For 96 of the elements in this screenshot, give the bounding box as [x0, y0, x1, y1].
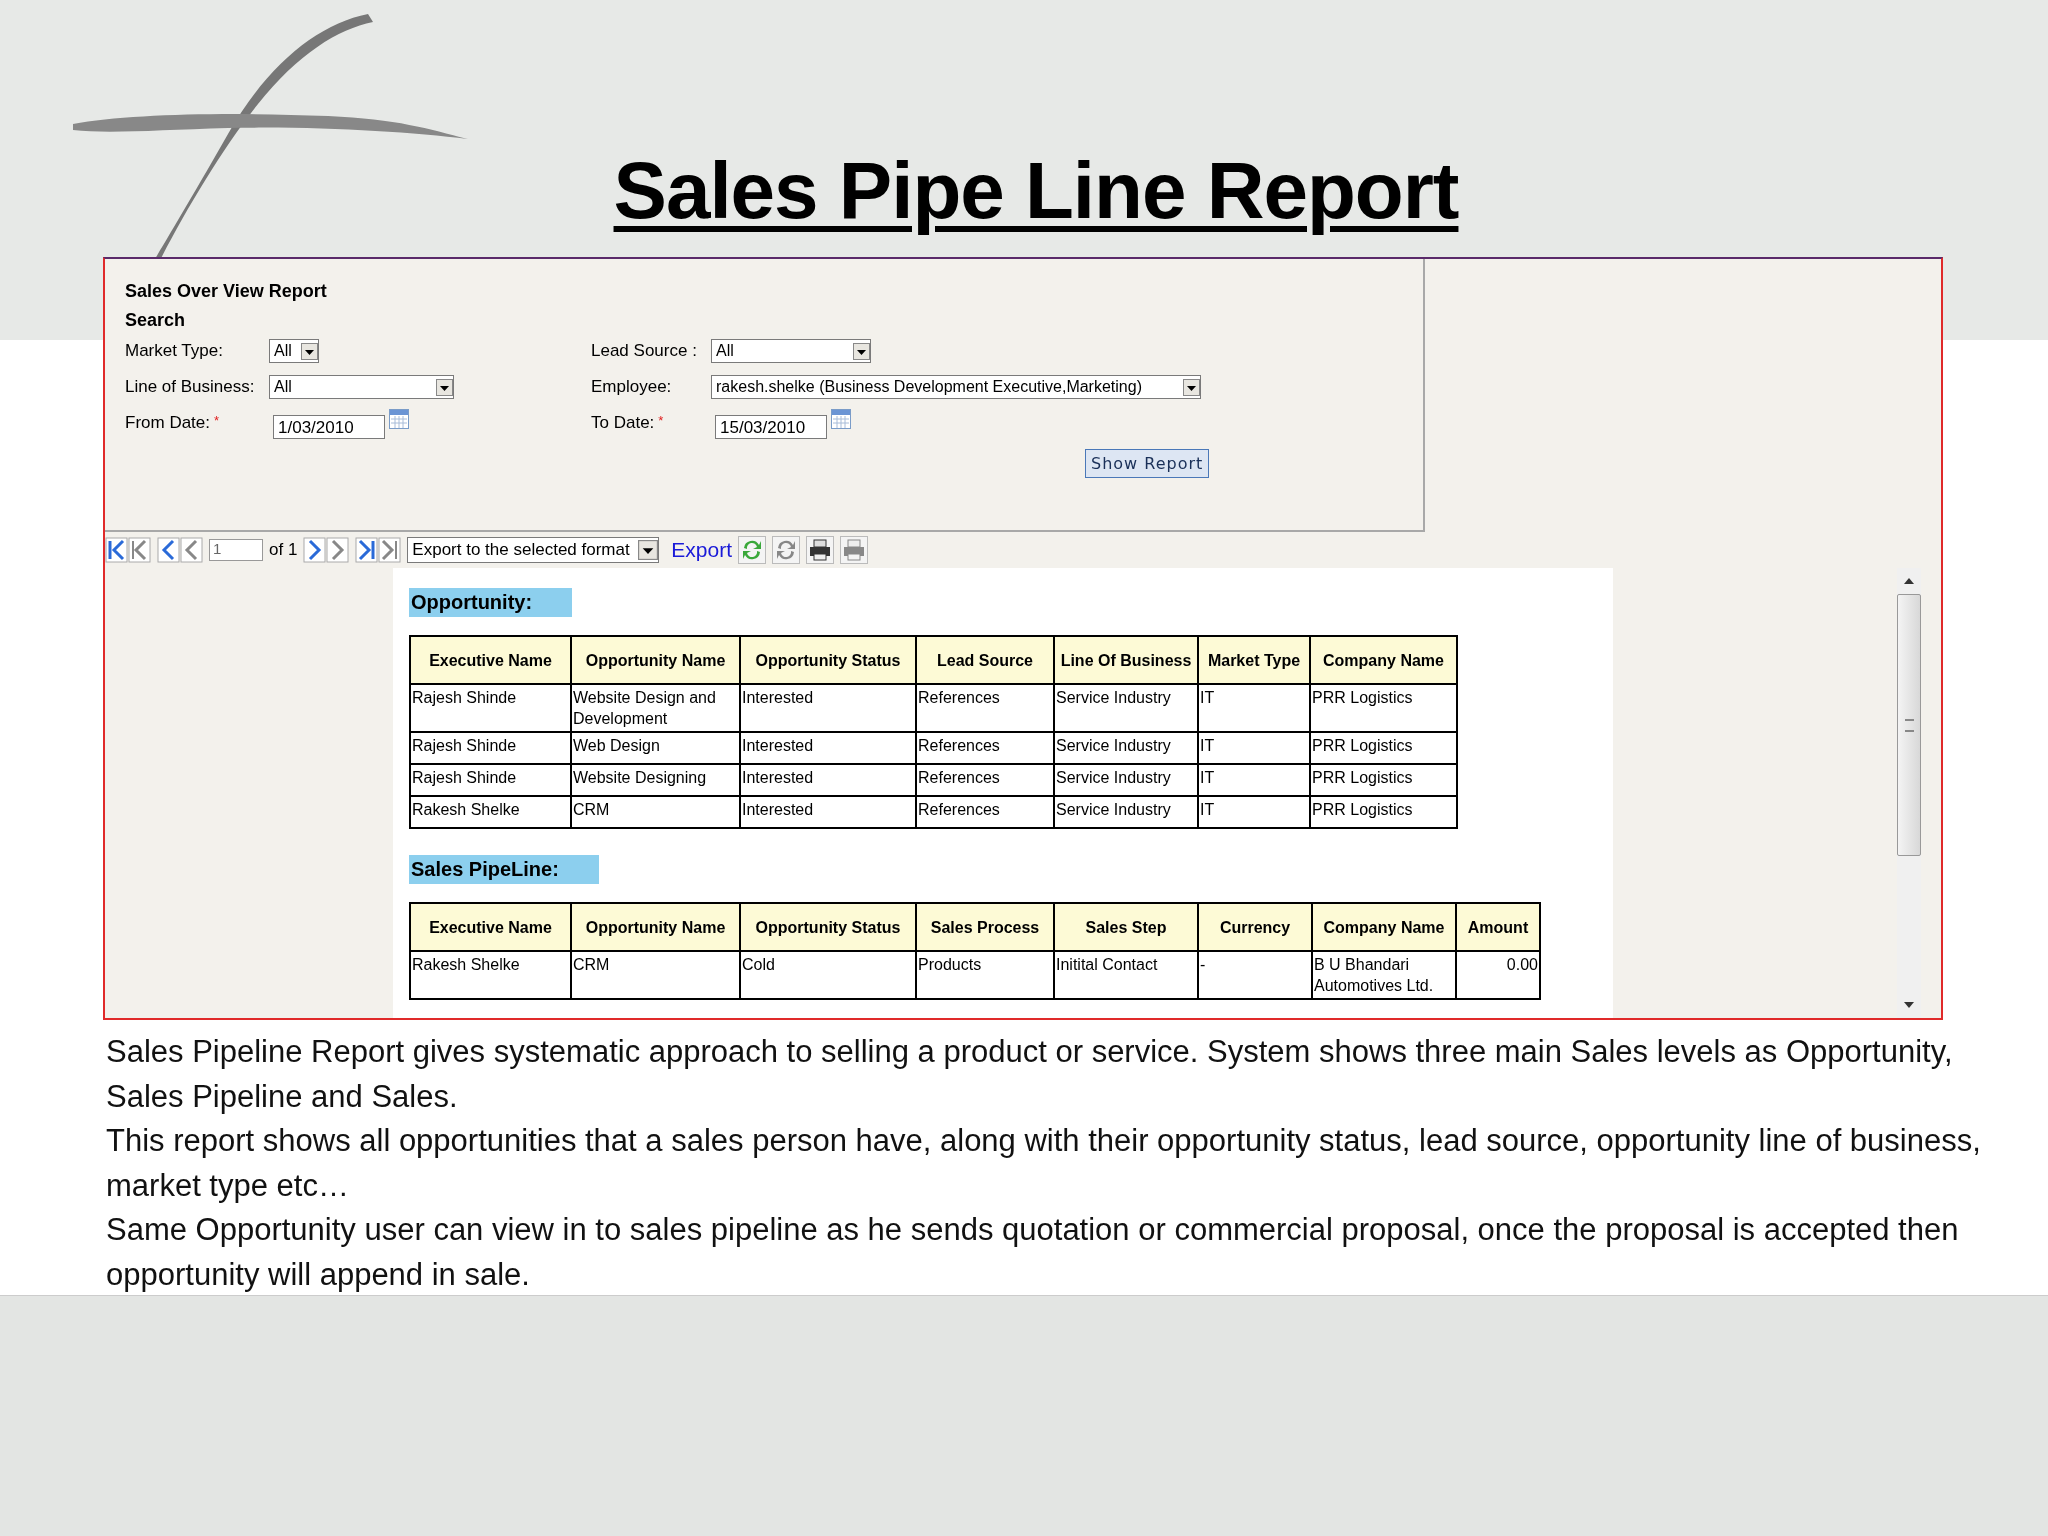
- grip-icon: [1904, 718, 1914, 732]
- table-cell: References: [916, 684, 1054, 732]
- table-cell: 0.00: [1456, 951, 1540, 999]
- table-cell: Rakesh Shelke: [410, 796, 571, 828]
- table-cell: Rajesh Shinde: [410, 732, 571, 764]
- required-mark: *: [214, 413, 220, 428]
- dropdown[interactable]: All: [711, 339, 871, 363]
- table-cell: References: [916, 732, 1054, 764]
- caret-icon: [853, 342, 870, 360]
- page-field[interactable]: 1: [209, 539, 263, 561]
- description-paragraph: This report shows all opportunities that a sales person have, along with their opportunity status, lead source, opportunity line of business, market type etc…: [106, 1122, 1982, 1205]
- table-cell: IT: [1198, 732, 1310, 764]
- field-label: From Date:: [125, 413, 211, 433]
- page-count: of 1: [269, 540, 298, 560]
- column-header: Sales Step: [1054, 903, 1198, 951]
- table-cell: Initital Contact: [1054, 951, 1198, 999]
- table-cell: IT: [1198, 796, 1310, 828]
- table-cell: Interested: [740, 764, 916, 796]
- caret-icon: [1183, 378, 1200, 396]
- table-cell: Interested: [740, 796, 916, 828]
- column-header: Company Name: [1310, 636, 1457, 684]
- table-cell: PRR Logistics: [1310, 732, 1457, 764]
- date-field[interactable]: 15/03/2010: [715, 415, 827, 439]
- column-header: Lead Source: [916, 636, 1054, 684]
- table-cell: Rajesh Shinde: [410, 684, 571, 732]
- table-cell: Service Industry: [1054, 732, 1198, 764]
- table-cell: Interested: [740, 684, 916, 732]
- table-cell: Cold: [740, 951, 916, 999]
- dropdown[interactable]: All: [269, 375, 454, 399]
- date-field[interactable]: 1/03/2010: [273, 415, 385, 439]
- section-label: Search: [125, 309, 187, 332]
- column-header: Line Of Business: [1054, 636, 1198, 684]
- table-cell: CRM: [571, 951, 740, 999]
- next-page-icon[interactable]: [303, 536, 350, 564]
- print-icon[interactable]: [806, 536, 835, 564]
- field-label: Employee:: [591, 377, 672, 397]
- table-cell: PRR Logistics: [1310, 684, 1457, 732]
- column-header: Opportunity Name: [571, 636, 740, 684]
- dropdown[interactable]: All: [269, 339, 319, 363]
- field-label: To Date:: [591, 413, 655, 433]
- caret-icon: [638, 540, 659, 560]
- show-report-button[interactable]: Show Report: [1085, 449, 1210, 478]
- field-label: Market Type:: [125, 341, 223, 361]
- table-cell: References: [916, 796, 1054, 828]
- caret-icon: [301, 342, 318, 360]
- table-cell: CRM: [571, 796, 740, 828]
- table-cell: Rakesh Shelke: [410, 951, 571, 999]
- table-cell: References: [916, 764, 1054, 796]
- table-cell: Website Design and Development: [571, 684, 740, 732]
- export-link[interactable]: Export: [671, 538, 733, 562]
- scrollbar[interactable]: [1897, 568, 1921, 1018]
- table-cell: Service Industry: [1054, 796, 1198, 828]
- calendar-icon[interactable]: [831, 409, 851, 429]
- column-header: Opportunity Name: [571, 903, 740, 951]
- previous-page-icon[interactable]: [157, 536, 203, 564]
- table-cell: Website Designing: [571, 764, 740, 796]
- table-cell: PRR Logistics: [1310, 796, 1457, 828]
- table-cell: B U Bhandari Automotives Ltd.: [1312, 951, 1456, 999]
- dropdown[interactable]: rakesh.shelke (Business Development Executive,Marketing): [711, 375, 1201, 399]
- field-label: Lead Source :: [591, 341, 697, 361]
- calendar-icon[interactable]: [389, 409, 409, 429]
- table-cell: Service Industry: [1054, 764, 1198, 796]
- column-header: Opportunity Status: [740, 903, 916, 951]
- column-header: Executive Name: [410, 903, 571, 951]
- slide-title: Sales Pipe Line Report: [613, 147, 1459, 235]
- scroll-up-icon[interactable]: [1904, 578, 1914, 584]
- last-page-icon[interactable]: [355, 536, 402, 564]
- table-cell: IT: [1198, 764, 1310, 796]
- table-cell: Rajesh Shinde: [410, 764, 571, 796]
- table-cell: Interested: [740, 732, 916, 764]
- table-cell: Products: [916, 951, 1054, 999]
- section-heading: Opportunity:: [409, 588, 573, 617]
- column-header: Company Name: [1312, 903, 1456, 951]
- first-page-icon[interactable]: [105, 536, 151, 564]
- required-mark: *: [658, 413, 664, 428]
- table-cell: PRR Logistics: [1310, 764, 1457, 796]
- column-header: Executive Name: [410, 636, 571, 684]
- refresh-icon[interactable]: [772, 536, 801, 564]
- table-cell: Web Design: [571, 732, 740, 764]
- caret-icon: [436, 378, 453, 396]
- table-cell: -: [1198, 951, 1312, 999]
- table-cell: IT: [1198, 684, 1310, 732]
- table-cell: Service Industry: [1054, 684, 1198, 732]
- scroll-down-icon[interactable]: [1904, 1002, 1914, 1008]
- column-header: Sales Process: [916, 903, 1054, 951]
- column-header: Opportunity Status: [740, 636, 916, 684]
- description-paragraph: Sales Pipeline Report gives systematic approach to selling a product or service. System shows three main Sales levels as Opportunity, Sales Pipeline and Sales.: [106, 1033, 1954, 1116]
- description-paragraph: Same Opportunity user can view in to sales pipeline as he sends quotation or commercial proposal, once the proposal is accepted then opportunity will append in sale.: [106, 1211, 1960, 1294]
- form-title: Sales Over View Report: [125, 280, 328, 303]
- field-label: Line of Business:: [125, 377, 255, 397]
- export-format-dropdown[interactable]: Export to the selected format: [407, 537, 660, 563]
- refresh-icon[interactable]: [738, 536, 767, 564]
- section-heading: Sales PipeLine:: [409, 855, 599, 884]
- column-header: Amount: [1456, 903, 1540, 951]
- column-header: Market Type: [1198, 636, 1310, 684]
- column-header: Currency: [1198, 903, 1312, 951]
